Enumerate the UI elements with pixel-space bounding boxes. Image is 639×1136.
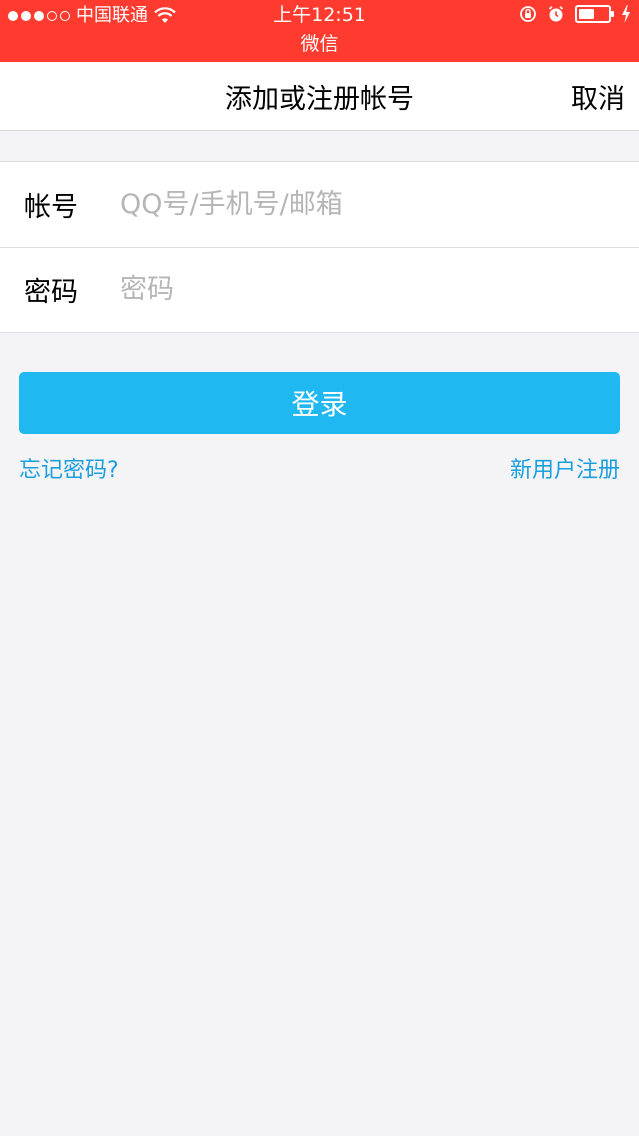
battery-fill <box>579 9 595 19</box>
account-input[interactable] <box>120 174 639 235</box>
account-row: 帐号 <box>0 162 639 247</box>
login-form: 帐号 密码 <box>0 161 639 333</box>
page-title: 添加或注册帐号 <box>225 84 414 115</box>
password-label: 密码 <box>24 277 78 308</box>
battery-icon <box>575 5 614 23</box>
navigation-bar: 添加或注册帐号 取消 <box>0 62 639 131</box>
password-row: 密码 <box>0 247 639 332</box>
rotation-lock-icon <box>520 6 536 22</box>
register-link[interactable]: 新用户注册 <box>510 452 620 484</box>
login-button[interactable]: 登录 <box>19 372 620 434</box>
status-app-name: 微信 <box>300 33 339 55</box>
status-right <box>519 5 631 23</box>
forgot-password-link[interactable]: 忘记密码? <box>19 452 119 484</box>
status-bar: 中国联通 上午12:51 微信 <box>0 0 639 62</box>
alarm-icon <box>548 6 564 22</box>
cancel-button[interactable]: 取消 <box>571 62 625 131</box>
charging-bolt-icon <box>622 5 630 23</box>
account-label: 帐号 <box>24 192 78 223</box>
password-input[interactable] <box>120 259 639 320</box>
